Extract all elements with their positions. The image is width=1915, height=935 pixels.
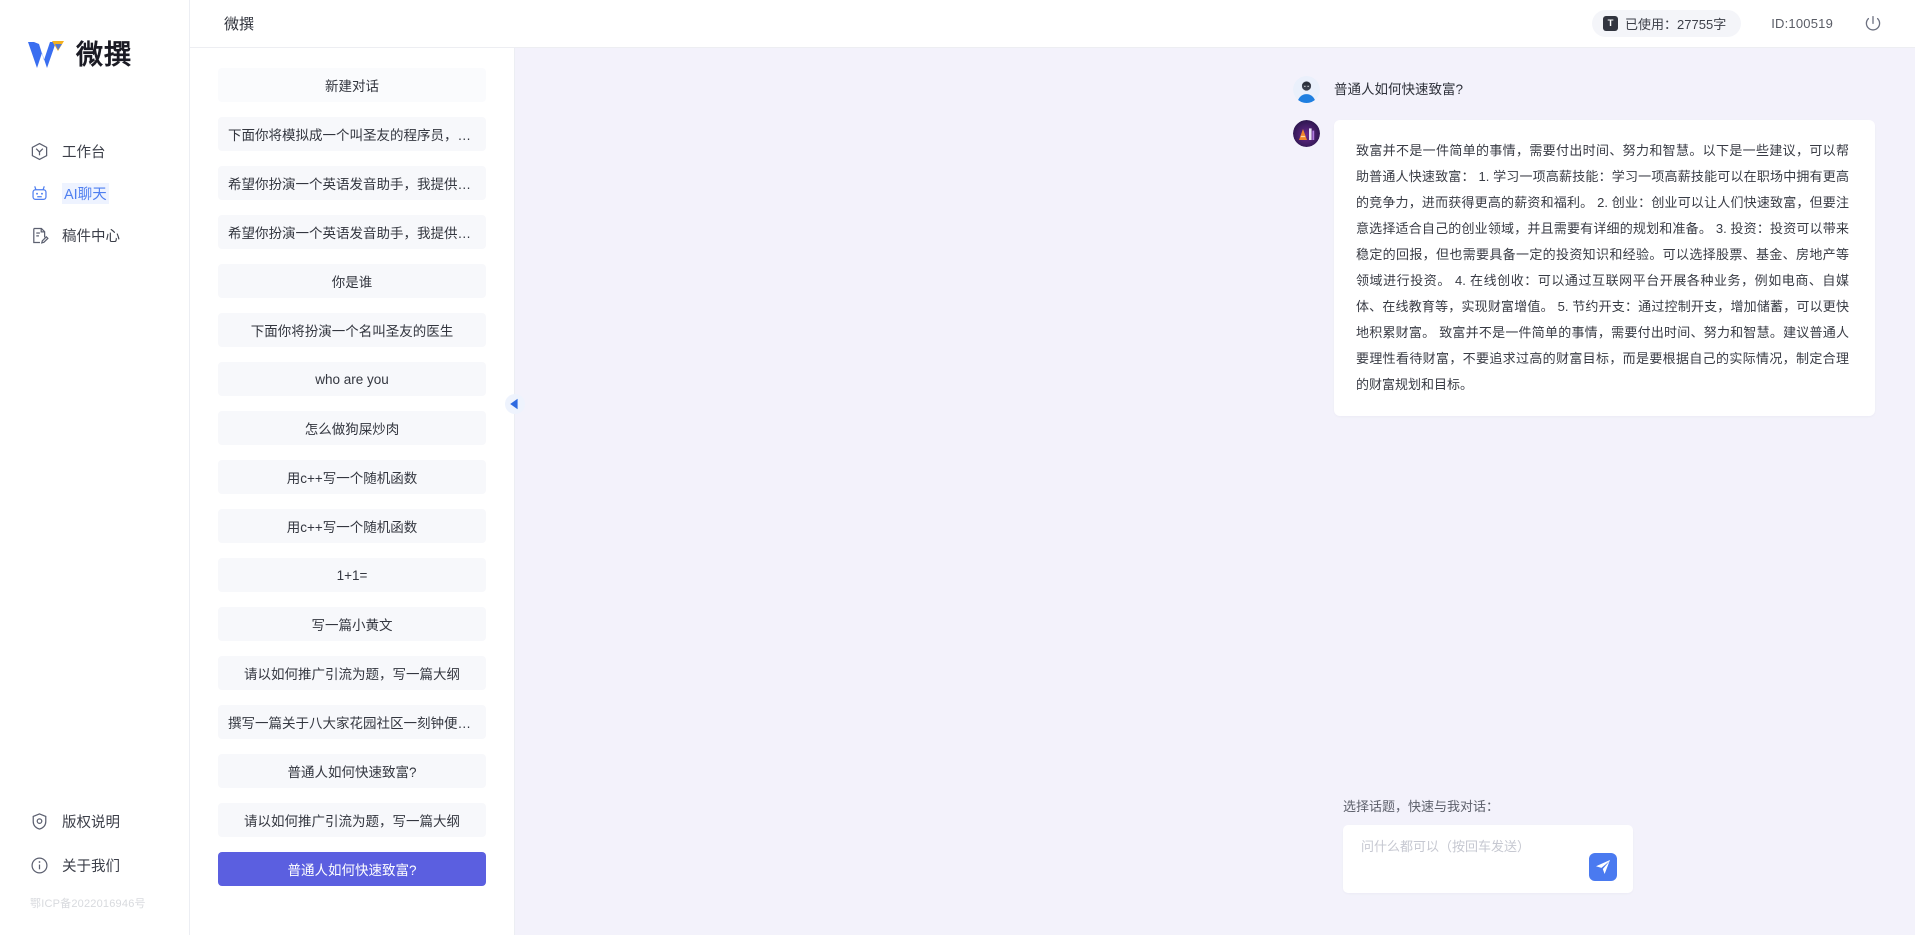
conversation-item-label: 下面你将模拟成一个叫圣友的程序员，我说... — [228, 128, 476, 143]
conversation-item-label: 撰写一篇关于八大家花园社区一刻钟便民生... — [228, 716, 476, 731]
conversation-item[interactable]: 用c++写一个随机函数 — [218, 460, 486, 494]
icp-license-text: 鄂ICP备2022016946号 — [30, 898, 146, 910]
conversation-item[interactable]: 下面你将扮演一个名叫圣友的医生 — [218, 313, 486, 347]
w-logo-icon — [26, 38, 68, 72]
conversation-item[interactable]: 请以如何推广引流为题，写一篇大纲 — [218, 656, 486, 690]
conversation-item-label: 请以如何推广引流为题，写一篇大纲 — [244, 814, 460, 829]
secondary-nav: 版权说明 关于我们 鄂ICP备2022016946号 — [0, 799, 189, 935]
conversation-item-label: 普通人如何快速致富? — [287, 765, 417, 780]
conversation-item[interactable]: 撰写一篇关于八大家花园社区一刻钟便民生... — [218, 705, 486, 739]
conversation-item-label: 希望你扮演一个英语发音助手，我提供给你... — [228, 226, 476, 241]
composer: 选择话题，快速与我对话： — [515, 796, 1915, 935]
conversation-item[interactable]: 1+1= — [218, 558, 486, 592]
conversation-item[interactable]: 普通人如何快速致富? — [218, 852, 486, 886]
sidebar-item-copyright[interactable]: 版权说明 — [0, 799, 189, 843]
conversation-item-label: 请以如何推广引流为题，写一篇大纲 — [244, 667, 460, 682]
conversation-list-panel: 新建对话 下面你将模拟成一个叫圣友的程序员，我说... 希望你扮演一个英语发音助手… — [190, 48, 515, 935]
conversation-item[interactable]: 写一篇小黄文 — [218, 607, 486, 641]
content-row: 新建对话 下面你将模拟成一个叫圣友的程序员，我说... 希望你扮演一个英语发音助手… — [190, 48, 1915, 935]
workbench-icon — [30, 142, 49, 161]
sidebar-item-label: 版权说明 — [62, 814, 120, 831]
conversation-item-label: who are you — [315, 371, 389, 387]
conversation-item[interactable]: 希望你扮演一个英语发音助手，我提供给你... — [218, 215, 486, 249]
usage-pill[interactable]: T 已使用：27755字 — [1592, 10, 1742, 37]
new-conversation-button[interactable]: 新建对话 — [218, 68, 486, 102]
power-icon[interactable] — [1863, 14, 1883, 34]
conversation-item[interactable]: 普通人如何快速致富? — [218, 754, 486, 788]
chevron-left-icon[interactable] — [504, 393, 526, 415]
ai-message-text: 致富并不是一件简单的事情，需要付出时间、努力和智慧。以下是一些建议，可以帮助普通… — [1334, 120, 1875, 416]
sidebar-item-label: 关于我们 — [62, 858, 120, 875]
main-column: 微撰 T 已使用：27755字 ID:100519 新建对话 下面你将模拟成一个… — [190, 0, 1915, 935]
text-badge-icon: T — [1603, 16, 1619, 31]
sidebar-item-label: AI聊天 — [62, 182, 109, 204]
conversation-items: 下面你将模拟成一个叫圣友的程序员，我说... 希望你扮演一个英语发音助手，我提供给… — [218, 117, 486, 901]
message-ai: 致富并不是一件简单的事情，需要付出时间、努力和智慧。以下是一些建议，可以帮助普通… — [1293, 120, 1915, 416]
message-user: 普通人如何快速致富? — [1293, 76, 1915, 103]
user-message-text: 普通人如何快速致富? — [1334, 82, 1464, 97]
user-id: ID:100519 — [1771, 16, 1833, 31]
conversation-item-label: 1+1= — [336, 567, 368, 583]
top-bar: 微撰 T 已使用：27755字 ID:100519 — [190, 0, 1915, 48]
shield-icon — [30, 812, 49, 831]
conversation-item-label: 希望你扮演一个英语发音助手，我提供给你... — [228, 177, 476, 192]
conversation-item[interactable]: who are you — [218, 362, 486, 396]
sidebar-item-label: 稿件中心 — [62, 228, 120, 245]
send-button[interactable] — [1589, 853, 1617, 881]
ai-avatar — [1293, 120, 1320, 147]
user-avatar-icon — [1293, 76, 1320, 103]
send-plane-icon — [1595, 859, 1611, 875]
conversation-item-label: 写一篇小黄文 — [311, 618, 393, 633]
conversation-item[interactable]: 用c++写一个随机函数 — [218, 509, 486, 543]
primary-nav: 工作台 AI聊天 稿件中心 — [0, 130, 189, 256]
left-sidebar: 微撰 工作台 AI聊天 稿件中心 版权说明 关于我们 鄂ICP备20220169… — [0, 0, 190, 935]
conversation-item-label: 用c++写一个随机函数 — [286, 471, 418, 486]
brand-logo[interactable]: 微撰 — [0, 0, 189, 72]
info-circle-icon — [30, 856, 49, 875]
sidebar-item-about-us[interactable]: 关于我们 — [0, 843, 189, 887]
page-title: 微撰 — [224, 16, 255, 33]
conversation-item[interactable]: 请以如何推广引流为题，写一篇大纲 — [218, 803, 486, 837]
conversation-item-label: 普通人如何快速致富? — [287, 863, 417, 878]
message-scroll-area[interactable]: 普通人如何快速致富? 致富并不是一件简单的事情，需要付出时间、努力和智慧。以下是… — [515, 48, 1915, 796]
topbar-actions: T 已使用：27755字 ID:100519 — [1592, 10, 1883, 37]
brand-name: 微撰 — [76, 39, 132, 70]
conversation-item-label: 用c++写一个随机函数 — [286, 520, 418, 535]
sidebar-item-ai-chat[interactable]: AI聊天 — [0, 172, 189, 214]
conversation-item[interactable]: 怎么做狗屎炒肉 — [218, 411, 486, 445]
composer-box[interactable] — [1343, 825, 1633, 893]
conversation-item[interactable]: 下面你将模拟成一个叫圣友的程序员，我说... — [218, 117, 486, 151]
document-edit-icon — [30, 226, 49, 245]
usage-label: 已使用：27755字 — [1625, 17, 1727, 32]
sidebar-item-label: 工作台 — [62, 144, 106, 161]
sidebar-item-workbench[interactable]: 工作台 — [0, 130, 189, 172]
chat-panel: 普通人如何快速致富? 致富并不是一件简单的事情，需要付出时间、努力和智慧。以下是… — [505, 48, 1915, 935]
conversation-item-label: 你是谁 — [331, 275, 373, 290]
conversation-item-label: 怎么做狗屎炒肉 — [304, 422, 400, 437]
chat-input[interactable] — [1361, 837, 1571, 857]
conversation-item[interactable]: 你是谁 — [218, 264, 486, 298]
conversation-item[interactable]: 希望你扮演一个英语发音助手，我提供给你... — [218, 166, 486, 200]
sidebar-item-manuscript-center[interactable]: 稿件中心 — [0, 214, 189, 256]
conversation-item-label: 下面你将扮演一个名叫圣友的医生 — [250, 324, 454, 339]
app-root: 微撰 工作台 AI聊天 稿件中心 版权说明 关于我们 鄂ICP备20220169… — [0, 0, 1915, 935]
composer-label: 选择话题，快速与我对话： — [1343, 799, 1500, 814]
robot-icon — [30, 184, 49, 203]
